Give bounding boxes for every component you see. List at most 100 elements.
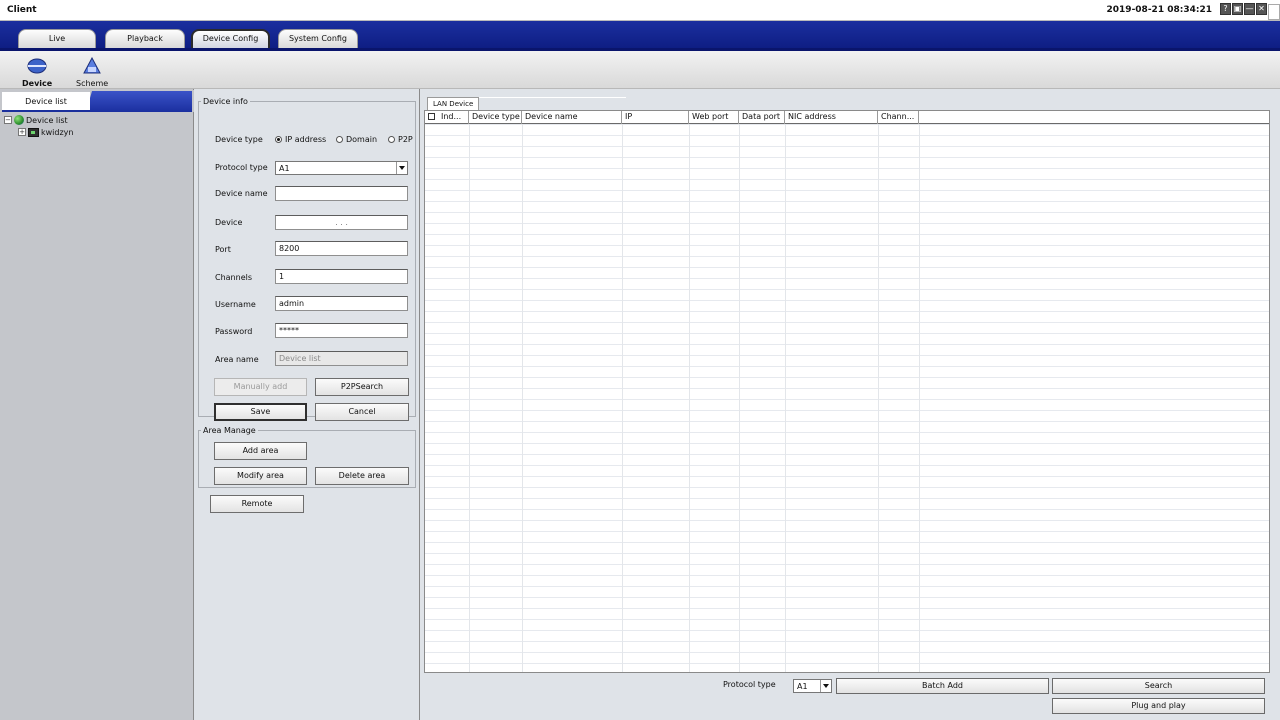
username-label: Username [215,300,256,309]
tree-node-label: kwidzyn [41,127,74,137]
tree-node-root[interactable]: − Device list [4,114,73,126]
column-divider [622,124,623,672]
collapse-icon[interactable]: − [4,116,12,124]
select-all-checkbox[interactable] [428,113,435,120]
column-divider [522,124,523,672]
column-channels[interactable]: Chann... [878,111,919,124]
search-button[interactable]: Search [1052,678,1265,694]
device-ip-input[interactable]: . . . [275,215,408,230]
password-label: Password [215,327,253,336]
tab-system-config[interactable]: System Config [278,29,358,49]
device-icon [27,58,47,74]
batch-add-button[interactable]: Batch Add [836,678,1049,694]
lan-device-panel: LAN Device Ind... Device type Device nam… [421,89,1280,720]
lan-device-table[interactable]: Ind... Device type Device name IP Web po… [424,110,1270,673]
username-input[interactable]: admin [275,296,408,311]
password-input[interactable]: ***** [275,323,408,338]
add-area-button[interactable]: Add area [214,442,307,460]
plug-and-play-button[interactable]: Plug and play [1052,698,1265,714]
minimize-icon[interactable]: — [1244,3,1255,15]
column-divider [785,124,786,672]
save-button[interactable]: Save [214,403,307,421]
column-divider [739,124,740,672]
radio-label: Domain [346,135,378,144]
modify-area-button[interactable]: Modify area [214,467,307,485]
title-bar: Client 2019-08-21 08:34:21 ? ▣ — ✕ [0,0,1280,21]
scheme-icon [83,56,101,74]
column-divider [919,124,920,672]
radio-domain[interactable]: Domain [336,135,377,144]
tab-live[interactable]: Live [18,29,96,49]
tab-device-list[interactable]: Device list [2,92,90,112]
chevron-down-icon[interactable] [396,162,407,174]
protocol-type-label: Protocol type [215,163,268,172]
lan-protocol-value: A1 [797,682,808,691]
column-divider [878,124,879,672]
radio-label: IP address [285,135,327,144]
left-panel-tabs: Device list [0,90,194,112]
table-header: Ind... Device type Device name IP Web po… [425,111,1269,124]
toolbar: Device Scheme [0,51,1280,89]
radio-p2p[interactable]: P2P [388,135,413,144]
window-title: Client [7,5,37,15]
tab-playback[interactable]: Playback [105,29,185,49]
port-label: Port [215,245,231,254]
dvr-device-icon [28,127,39,137]
device-tool-button[interactable]: Device [22,57,52,88]
port-input[interactable]: 8200 [275,241,408,256]
device-address-label: Device [215,218,243,227]
restore-icon[interactable]: ▣ [1232,3,1243,15]
lan-protocol-select[interactable]: A1 [793,679,832,693]
column-data-port[interactable]: Data port [739,111,785,124]
column-device-name[interactable]: Device name [522,111,622,124]
window-controls: ? ▣ — ✕ [1220,3,1280,20]
tree-node-child[interactable]: + kwidzyn [4,126,73,138]
device-info-legend: Device info [203,97,248,106]
channels-input[interactable]: 1 [275,269,408,284]
device-form-panel: Device info Device type IP address Domai… [195,89,420,720]
help-icon[interactable]: ? [1220,3,1231,15]
protocol-type-select[interactable]: A1 [275,161,408,175]
scheme-tool-label: Scheme [76,79,109,88]
manually-add-button[interactable]: Manually add [214,378,307,396]
close-icon[interactable]: ✕ [1256,3,1267,15]
area-name-label: Area name [215,355,259,364]
device-tree: − Device list + kwidzyn [4,114,73,138]
device-type-label: Device type [215,135,263,144]
radio-dot [275,136,282,143]
delete-area-button[interactable]: Delete area [315,467,409,485]
protocol-type-value: A1 [279,164,290,173]
device-name-input[interactable] [275,186,408,201]
column-divider [469,124,470,672]
radio-ip-address[interactable]: IP address [275,135,326,144]
lan-device-actions: Protocol type A1 Batch Add Search Plug a… [421,674,1280,720]
column-web-port[interactable]: Web port [689,111,739,124]
column-index[interactable]: Ind... [425,111,469,124]
column-nic-address[interactable]: NIC address [785,111,878,124]
main-tab-bar: Live Playback Device Config System Confi… [0,21,1280,51]
chevron-down-icon[interactable] [820,680,831,692]
area-manage-legend: Area Manage [203,426,256,435]
device-tree-panel: Device list − Device list + kwidzyn [0,89,194,720]
remote-button[interactable]: Remote [210,495,304,513]
tab-lan-device[interactable]: LAN Device [427,97,480,110]
scheme-tool-button[interactable]: Scheme [76,56,109,88]
protocol-type-label: Protocol type [723,680,776,689]
radio-label: P2P [398,135,413,144]
channels-label: Channels [215,273,253,282]
column-divider [689,124,690,672]
tab-underline [474,97,626,98]
radio-dot [388,136,395,143]
cancel-button[interactable]: Cancel [315,403,409,421]
tree-node-label: Device list [26,115,68,125]
tab-device-config[interactable]: Device Config [191,29,270,49]
area-manage-group: Area Manage Add area Modify area Delete … [198,426,416,488]
p2psearch-button[interactable]: P2PSearch [315,378,409,396]
device-tool-label: Device [22,79,53,88]
area-name-input: Device list [275,351,408,366]
expand-icon[interactable]: + [18,128,26,136]
column-device-type[interactable]: Device type [469,111,522,124]
resize-handle[interactable] [1268,4,1280,20]
column-ip[interactable]: IP [622,111,689,124]
clock: 2019-08-21 08:34:21 [1106,5,1212,15]
